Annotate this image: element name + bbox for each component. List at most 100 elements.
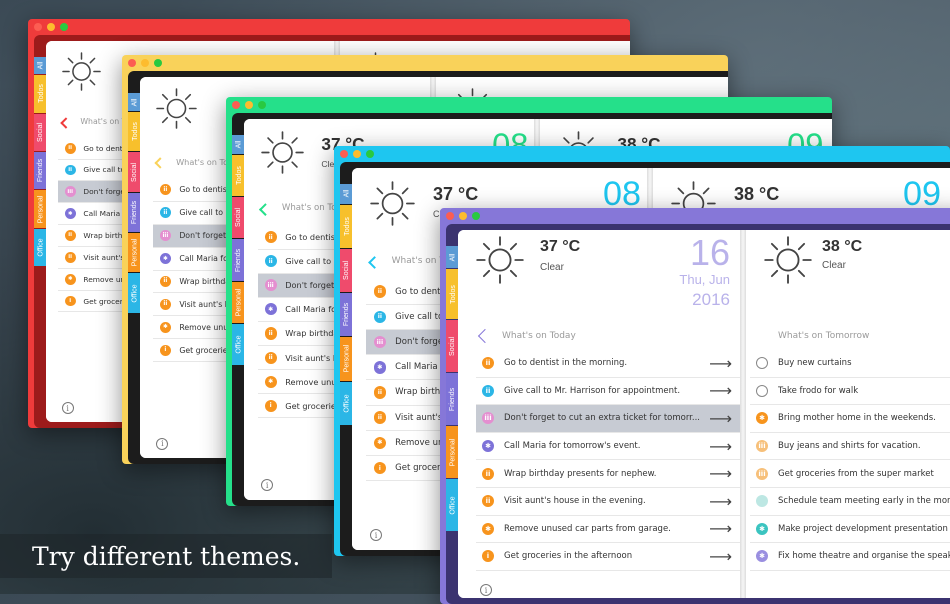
todo-status-icon: ✱ [64,208,76,220]
todo-status-icon: iii [756,440,768,453]
tomorrow-todo-row[interactable]: iii Get groceries from the super market [750,460,950,488]
close-button[interactable] [232,101,240,109]
today-todo-row[interactable]: i Get groceries in the afternoon ⟶ [476,543,742,571]
tomorrow-page: 38 °C Clear What's on Tomorrow Buy new curt… [746,230,950,598]
tomorrow-todo-row[interactable]: iii Buy jeans and shirts for vacation. [750,433,950,461]
minimize-button[interactable] [353,150,361,158]
today-todo-row[interactable]: ii Wrap birthday presents for nephew. ⟶ [476,460,742,488]
todo-text: Buy new curtains [778,358,852,369]
tomorrow-todo-row[interactable]: ✱ Bring mother home in the weekends. [750,405,950,433]
todo-status-icon: iii [159,229,172,242]
today-todo-row[interactable]: iii Don't forget to cut an extra ticket f… [476,405,742,433]
todo-text: Remove unused car parts from garage. [504,523,671,534]
close-button[interactable] [340,150,348,158]
today-todo-row[interactable]: ii Visit aunt's house in the evening. ⟶ [476,488,742,516]
tomorrow-temperature: 38 °C [822,238,863,255]
todo-status-icon [756,384,768,397]
todo-status-icon: ✱ [159,321,172,334]
today-todo-row[interactable]: ✱ Call Maria for tomorrow's event. ⟶ [476,433,742,461]
todo-status-icon: ii [373,411,387,424]
zoom-button[interactable] [472,212,480,220]
tab-label: All [131,98,139,106]
tab-label: Friends [343,303,351,327]
back-chevron-icon[interactable] [368,256,381,269]
todo-text: Make project development presentation fo… [778,523,950,534]
tomorrow-todo-row[interactable]: Schedule team meeting early in the morni… [750,488,950,516]
info-icon[interactable]: i [61,402,74,415]
sun-weather-icon [156,88,198,130]
tab-label: Personal [235,288,243,317]
todo-status-icon [756,495,768,508]
back-chevron-icon[interactable] [59,117,72,129]
todo-status-icon [756,357,768,370]
forward-arrow-icon[interactable]: ⟶ [709,437,732,456]
tomorrow-todo-row[interactable]: Take frodo for walk [750,378,950,406]
todo-status-icon: i [482,550,494,563]
zoom-button[interactable] [154,59,162,67]
back-chevron-icon[interactable] [154,157,167,169]
todo-status-icon: ii [264,231,277,244]
sun-weather-icon [261,131,304,174]
forward-arrow-icon[interactable]: ⟶ [709,547,732,566]
todo-status-icon: i [159,344,172,357]
forward-arrow-icon[interactable]: ⟶ [709,354,732,373]
today-todo-row[interactable]: ii Go to dentist in the morning. ⟶ [476,350,742,378]
forward-arrow-icon[interactable]: ⟶ [709,409,732,428]
todo-status-icon: ✱ [264,303,277,316]
todo-status-icon: ii [482,467,494,480]
sun-weather-icon [61,52,101,91]
todo-status-icon: ✱ [64,273,76,285]
back-chevron-icon[interactable] [259,203,272,216]
tab-label: Personal [37,195,45,224]
tab-label: All [449,253,457,261]
today-todo-row[interactable]: ii Give call to Mr. Harrison for appointm… [476,378,742,406]
todo-status-icon: ii [159,298,172,311]
titlebar [28,19,630,35]
today-section-title: What's on Today [502,331,576,341]
close-button[interactable] [446,212,454,220]
sun-weather-icon [764,236,812,284]
info-icon[interactable]: i [370,529,382,541]
forward-arrow-icon[interactable]: ⟶ [709,381,732,400]
zoom-button[interactable] [258,101,266,109]
tab-label: Social [131,162,139,182]
minimize-button[interactable] [245,101,253,109]
tab-label: Social [343,261,351,281]
tab-label: Friends [449,387,457,411]
info-icon[interactable]: i [480,584,492,596]
info-icon[interactable]: i [156,437,169,450]
today-weekday: Thu, Jun [679,272,730,287]
info-icon[interactable]: i [261,479,274,492]
tab-label: Personal [343,345,351,373]
close-button[interactable] [34,23,42,31]
minimize-button[interactable] [47,23,55,31]
today-condition: Clear [540,262,564,273]
today-todo-row[interactable]: ✱ Remove unused car parts from garage. ⟶ [476,516,742,544]
tab-label: Office [449,495,457,515]
tab-label: All [37,61,45,70]
forward-arrow-icon[interactable]: ⟶ [709,464,732,483]
close-button[interactable] [128,59,136,67]
zoom-button[interactable] [60,23,68,31]
tab-label: Social [449,336,457,356]
tomorrow-todo-row[interactable]: ✱ Fix home theatre and organise the speak… [750,543,950,571]
zoom-button[interactable] [366,150,374,158]
todo-text: Buy jeans and shirts for vacation. [778,441,921,452]
todo-status-icon: ii [159,183,172,196]
temperature: 37 °C [433,184,479,205]
minimize-button[interactable] [141,59,149,67]
tab-label: Todos [235,166,243,185]
minimize-button[interactable] [459,212,467,220]
tab-label: Office [37,238,45,257]
forward-arrow-icon[interactable]: ⟶ [709,492,732,511]
todo-status-icon: ii [264,351,277,364]
window-controls [446,212,480,220]
todo-status-icon: i [373,461,387,475]
todo-status-icon: iii [373,335,387,349]
todo-status-icon: ✱ [373,436,387,450]
back-chevron-icon[interactable] [477,328,493,344]
tomorrow-todo-row[interactable]: Buy new curtains [750,350,950,378]
forward-arrow-icon[interactable]: ⟶ [709,519,732,538]
tomorrow-todo-row[interactable]: ✱ Make project development presentation f… [750,516,950,544]
tomorrow-condition: Clear [822,260,846,271]
